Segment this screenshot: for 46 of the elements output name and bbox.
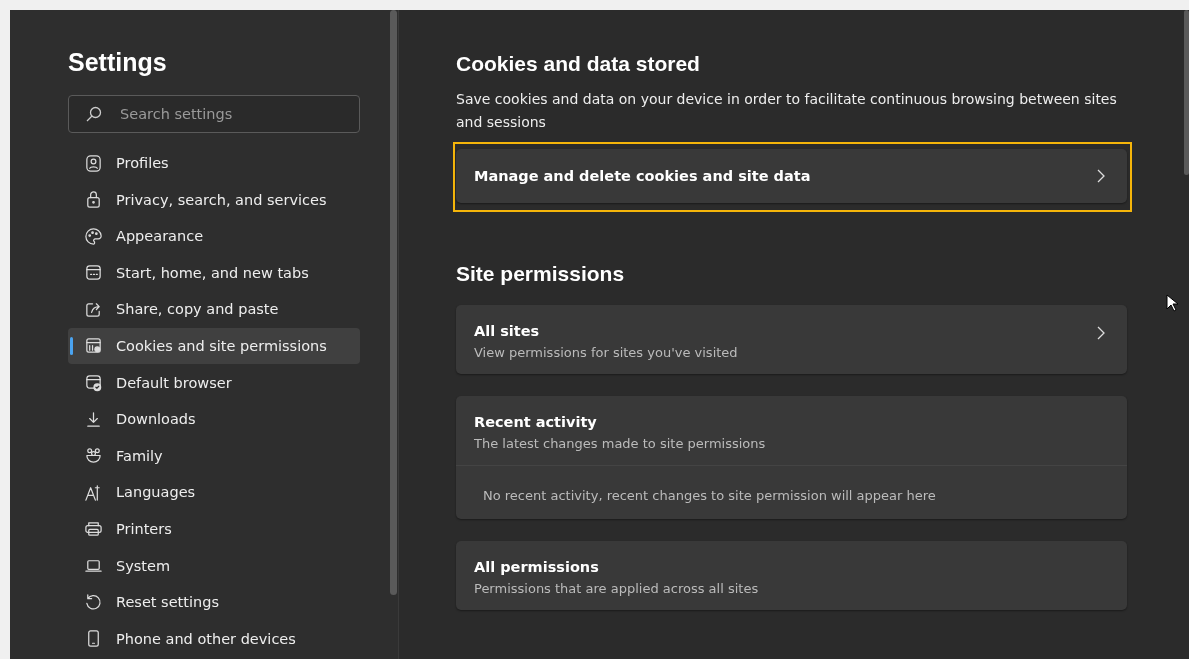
card-title: All sites xyxy=(474,323,541,339)
reset-icon xyxy=(84,592,103,612)
sidebar-item[interactable]: Default browser xyxy=(68,364,360,401)
section-description: Save cookies and data on your device in order to facilitate continuous browsing between sites and sessions xyxy=(456,90,1118,132)
permission-card[interactable]: All sites View permissions for sites you've visited xyxy=(456,305,1127,374)
sidebar-item[interactable]: Downloads xyxy=(68,401,360,438)
family-icon xyxy=(84,446,103,466)
section-heading: Site permissions xyxy=(456,262,626,286)
chevron-icon xyxy=(1097,326,1105,340)
permission-card[interactable]: Recent activity The latest changes made to site permissions No recent activity, recent changes to site permission will appear here xyxy=(456,396,1127,519)
sidebar-item[interactable]: Family xyxy=(68,437,360,474)
card-title: Recent activity xyxy=(474,414,598,430)
download-icon xyxy=(84,409,103,429)
sidebar-item[interactable]: Share, copy and paste xyxy=(68,291,360,328)
cookie-settings-icon xyxy=(84,336,103,356)
empty-note: No recent activity, recent changes to site permission will appear here xyxy=(456,465,1127,519)
chevron-icon xyxy=(1097,169,1105,183)
scrollbar[interactable] xyxy=(390,10,397,595)
sidebar-item[interactable]: Printers xyxy=(68,510,360,547)
card-subtitle: The latest changes made to site permissions xyxy=(474,436,766,451)
sidebar-item[interactable]: Start, home, and new tabs xyxy=(68,254,360,291)
browser-check-icon xyxy=(84,373,103,393)
sidebar-item[interactable]: Profiles xyxy=(68,145,360,181)
card-subtitle: View permissions for sites you've visited xyxy=(474,345,738,360)
settings-title: Settings xyxy=(68,48,168,77)
profile-icon xyxy=(84,153,103,173)
printer-icon xyxy=(84,519,103,539)
scrollbar[interactable] xyxy=(1184,10,1189,175)
palette-icon xyxy=(84,226,103,246)
sidebar-item[interactable]: Appearance xyxy=(68,218,360,255)
permission-card[interactable]: All permissions Permissions that are applied across all sites xyxy=(456,541,1127,610)
window-icon xyxy=(84,263,103,283)
cursor-icon xyxy=(1166,294,1178,312)
sidebar-item[interactable]: Cookies and site permissions xyxy=(68,327,360,364)
sidebar-item[interactable]: Privacy, search, and services xyxy=(68,181,360,218)
text-language-icon xyxy=(84,482,103,502)
lock-icon xyxy=(84,190,103,210)
card-subtitle: Permissions that are applied across all sites xyxy=(474,581,759,596)
sidebar-item[interactable]: Reset settings xyxy=(68,584,360,621)
sidebar-item[interactable]: Phone and other devices xyxy=(68,620,360,657)
search-field[interactable]: Search settings xyxy=(68,95,360,133)
sidebar-item[interactable]: System xyxy=(68,547,360,584)
section-heading: Cookies and data stored xyxy=(456,52,701,76)
sidebar-item[interactable]: Languages xyxy=(68,474,360,511)
card-title: All permissions xyxy=(474,559,600,575)
manage-cookies-card[interactable]: Manage and delete cookies and site data xyxy=(453,142,1132,212)
